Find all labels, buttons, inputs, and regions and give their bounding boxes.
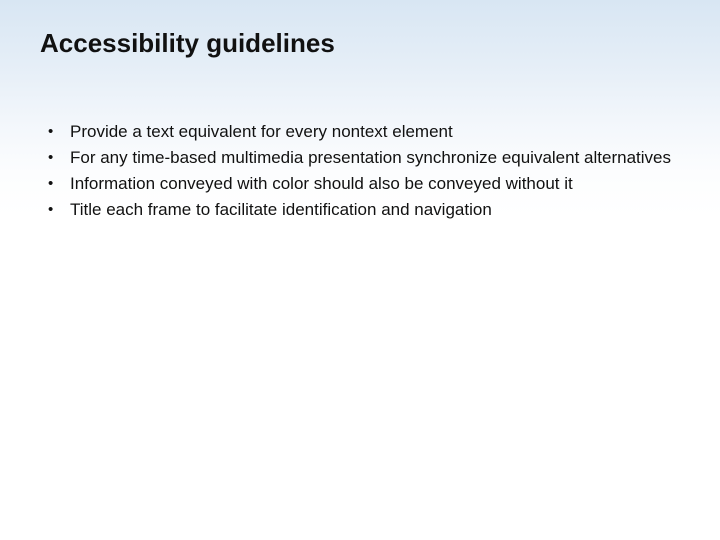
- list-item: • Information conveyed with color should…: [46, 173, 680, 196]
- bullet-text: Title each frame to facilitate identific…: [70, 199, 680, 222]
- bullet-text: Information conveyed with color should a…: [70, 173, 680, 196]
- bullet-icon: •: [46, 199, 70, 222]
- list-item: • For any time-based multimedia presenta…: [46, 147, 680, 170]
- bullet-text: Provide a text equivalent for every nont…: [70, 121, 680, 144]
- bullet-icon: •: [46, 147, 70, 170]
- list-item: • Title each frame to facilitate identif…: [46, 199, 680, 222]
- bullet-icon: •: [46, 121, 70, 144]
- bullet-icon: •: [46, 173, 70, 196]
- slide-title: Accessibility guidelines: [40, 28, 680, 59]
- bullet-list: • Provide a text equivalent for every no…: [40, 121, 680, 222]
- bullet-text: For any time-based multimedia presentati…: [70, 147, 680, 170]
- list-item: • Provide a text equivalent for every no…: [46, 121, 680, 144]
- slide: Accessibility guidelines • Provide a tex…: [0, 0, 720, 540]
